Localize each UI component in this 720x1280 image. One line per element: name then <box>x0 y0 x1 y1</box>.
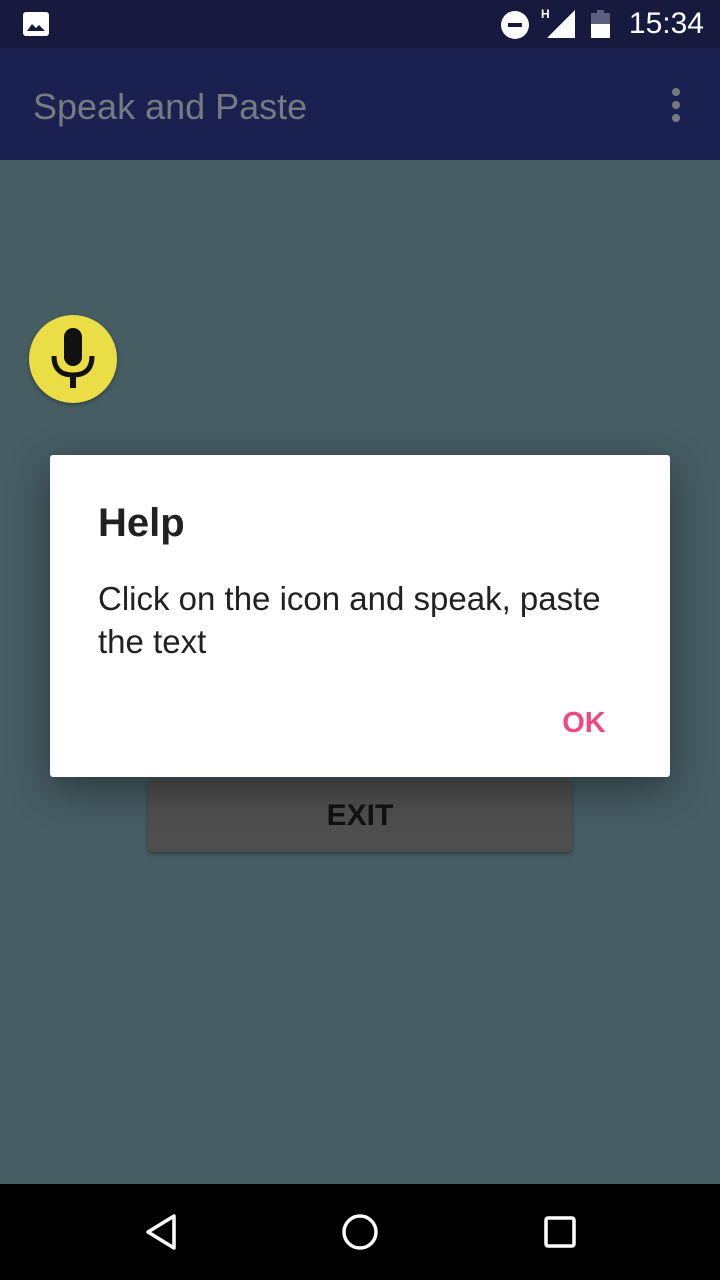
exit-button[interactable]: EXIT <box>148 780 572 852</box>
back-icon[interactable] <box>136 1208 184 1256</box>
battery-icon <box>591 10 610 38</box>
signal-icon <box>547 10 575 38</box>
dialog-message: Click on the icon and speak, paste the t… <box>98 580 601 660</box>
clock: 15:34 <box>628 7 704 40</box>
help-dialog: Help Click on the icon and speak, paste … <box>50 455 670 777</box>
mic-button[interactable] <box>29 315 117 403</box>
ok-button[interactable]: OK <box>548 697 620 749</box>
navigation-bar <box>0 1184 720 1280</box>
microphone-icon <box>51 328 95 388</box>
recents-icon[interactable] <box>536 1208 584 1256</box>
gallery-notification-icon <box>23 12 49 36</box>
dialog-title: Help <box>98 501 185 545</box>
do-not-disturb-icon <box>501 11 529 39</box>
app-bar: Speak and Paste <box>0 48 720 160</box>
app-title: Speak and Paste <box>33 86 308 127</box>
home-icon[interactable] <box>336 1208 384 1256</box>
more-vert-icon[interactable] <box>664 86 688 126</box>
status-bar: H 15:34 <box>0 0 720 48</box>
